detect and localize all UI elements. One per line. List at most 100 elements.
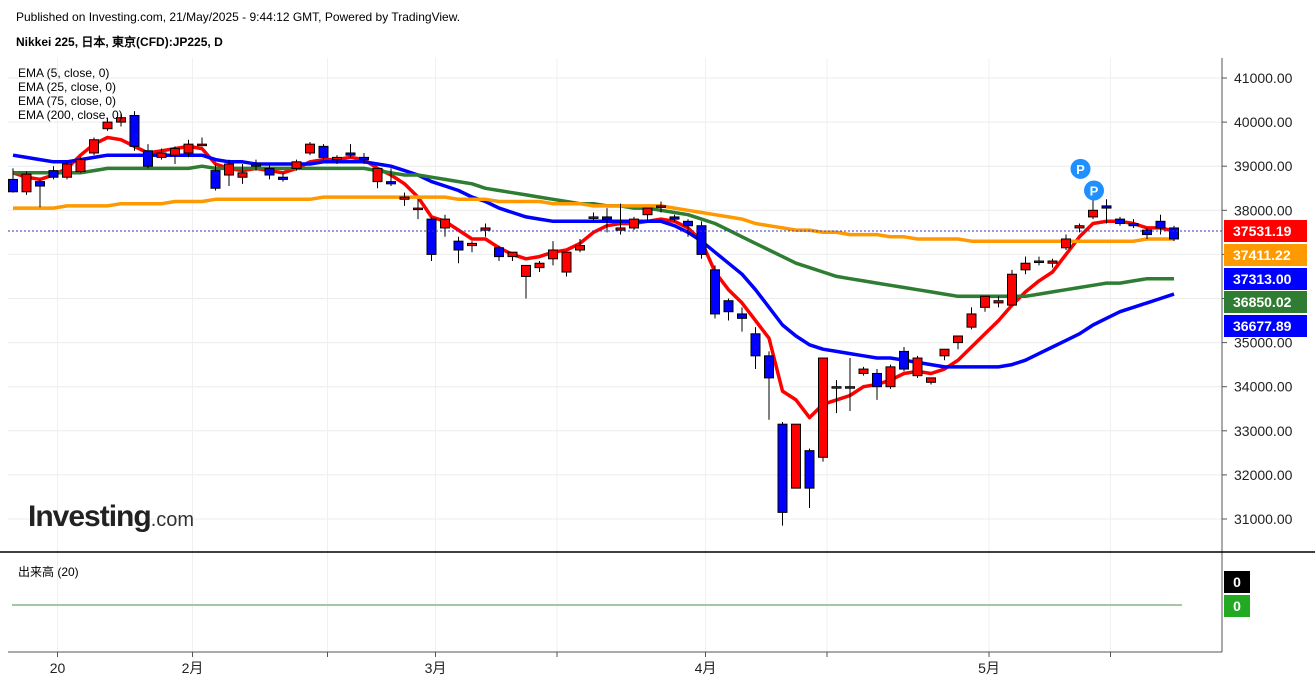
candle: [885, 364, 896, 389]
candle: [858, 366, 869, 376]
markers[interactable]: PP: [1070, 158, 1105, 201]
price-tags: 37531.19 37411.22 37313.00 36850.02 36677.89…: [1224, 220, 1307, 617]
x-tick-label: 4月: [695, 660, 717, 676]
y-tick-label: 40000.00: [1234, 114, 1293, 130]
candle: [467, 241, 477, 253]
candle-body: [440, 218, 450, 229]
candle-body: [818, 357, 828, 458]
candle: [1128, 219, 1139, 228]
candle: [480, 223, 491, 237]
candle-body: [224, 163, 234, 176]
volume-label[interactable]: 出来高 (20): [18, 563, 79, 580]
candle-body: [318, 145, 329, 158]
published-note: Published on Investing.com, 21/May/2025 …: [16, 10, 461, 24]
candle-body: [831, 386, 842, 389]
candle-body: [386, 181, 396, 185]
candle: [305, 141, 315, 156]
candle-body: [264, 167, 275, 176]
y-tick-label: 38000.00: [1234, 202, 1293, 218]
candle-body: [467, 242, 477, 247]
x-tick-label: 20: [50, 660, 66, 676]
candle: [737, 307, 747, 332]
candle-body: [143, 150, 153, 167]
candle-body: [372, 167, 383, 183]
candle: [224, 159, 234, 187]
candle-body: [413, 207, 423, 211]
candle: [912, 355, 923, 378]
candle-body: [764, 355, 774, 379]
candle-body: [1115, 218, 1125, 225]
candle-body: [939, 348, 950, 357]
candle-body: [237, 172, 248, 178]
candle: [440, 214, 450, 237]
candle-body: [170, 148, 180, 156]
legend-ema-200[interactable]: EMA (200, close, 0): [18, 108, 123, 122]
candle-body: [75, 159, 86, 172]
candle: [953, 335, 963, 350]
candle-body: [305, 143, 315, 154]
y-tick-label: 34000.00: [1234, 379, 1293, 395]
candle-body: [588, 216, 599, 219]
candle: [426, 216, 437, 262]
candle-body: [656, 205, 666, 208]
chart-canvas[interactable]: PP 31000.0032000.0033000.0034000.0035000…: [0, 0, 1315, 685]
candle-body: [8, 178, 18, 193]
marker-label: P: [1076, 162, 1085, 177]
candle: [75, 157, 86, 173]
candle: [372, 167, 383, 189]
candle-body: [1047, 260, 1058, 264]
candle-body: [683, 220, 693, 227]
legend-ema-75[interactable]: EMA (75, close, 0): [18, 94, 123, 108]
candle-body: [575, 245, 585, 251]
candle: [89, 137, 99, 156]
candle-body: [885, 366, 896, 388]
candle: [35, 179, 45, 208]
candle: [170, 146, 180, 164]
candle-body: [251, 163, 261, 167]
price-tag-label: 37313.00: [1233, 271, 1292, 287]
candle-body: [1007, 273, 1017, 306]
candle-body: [804, 450, 815, 489]
candle-body: [669, 216, 680, 220]
candle-body: [1155, 220, 1166, 229]
x-tick-label: 5月: [978, 660, 1000, 676]
candle-body: [62, 163, 72, 178]
candle-body: [1061, 238, 1071, 249]
candle-body: [980, 295, 990, 308]
legend-ema-5[interactable]: EMA (5, close, 0): [18, 66, 123, 80]
candle: [494, 245, 504, 262]
ema-line-1: [12, 153, 1175, 369]
candle-body: [953, 335, 963, 344]
candle-body: [912, 357, 923, 377]
candle: [62, 161, 72, 180]
candle: [764, 351, 774, 420]
candle-body: [129, 114, 140, 147]
candle-body: [494, 247, 504, 258]
candle: [1169, 225, 1179, 242]
candle-body: [710, 269, 720, 315]
candle: [453, 236, 464, 264]
price-tag-label: 37531.19: [1233, 223, 1292, 239]
candle-body: [426, 218, 437, 255]
candle: [629, 216, 639, 231]
candle: [926, 377, 936, 385]
candle-body: [1034, 260, 1044, 264]
candle-body: [1128, 223, 1139, 227]
candle-body: [102, 121, 113, 130]
candle: [980, 295, 990, 312]
logo-main: Investing: [28, 500, 152, 533]
x-tick-label: 2月: [182, 660, 204, 676]
symbol-title: Nikkei 225, 日本, 東京(CFD):JP225, D: [16, 35, 223, 49]
candle: [1007, 269, 1017, 306]
candle-body: [1101, 205, 1112, 209]
x-tick-label: 3月: [425, 660, 447, 676]
ema-series: [12, 135, 1175, 420]
candle: [1020, 256, 1031, 275]
legend-ema-25[interactable]: EMA (25, close, 0): [18, 80, 123, 94]
volume-tag-label: 0: [1233, 574, 1241, 590]
candle-body: [345, 152, 356, 156]
candle: [710, 265, 720, 319]
candle: [129, 111, 140, 151]
candle-body: [723, 300, 734, 313]
candle: [143, 144, 153, 169]
